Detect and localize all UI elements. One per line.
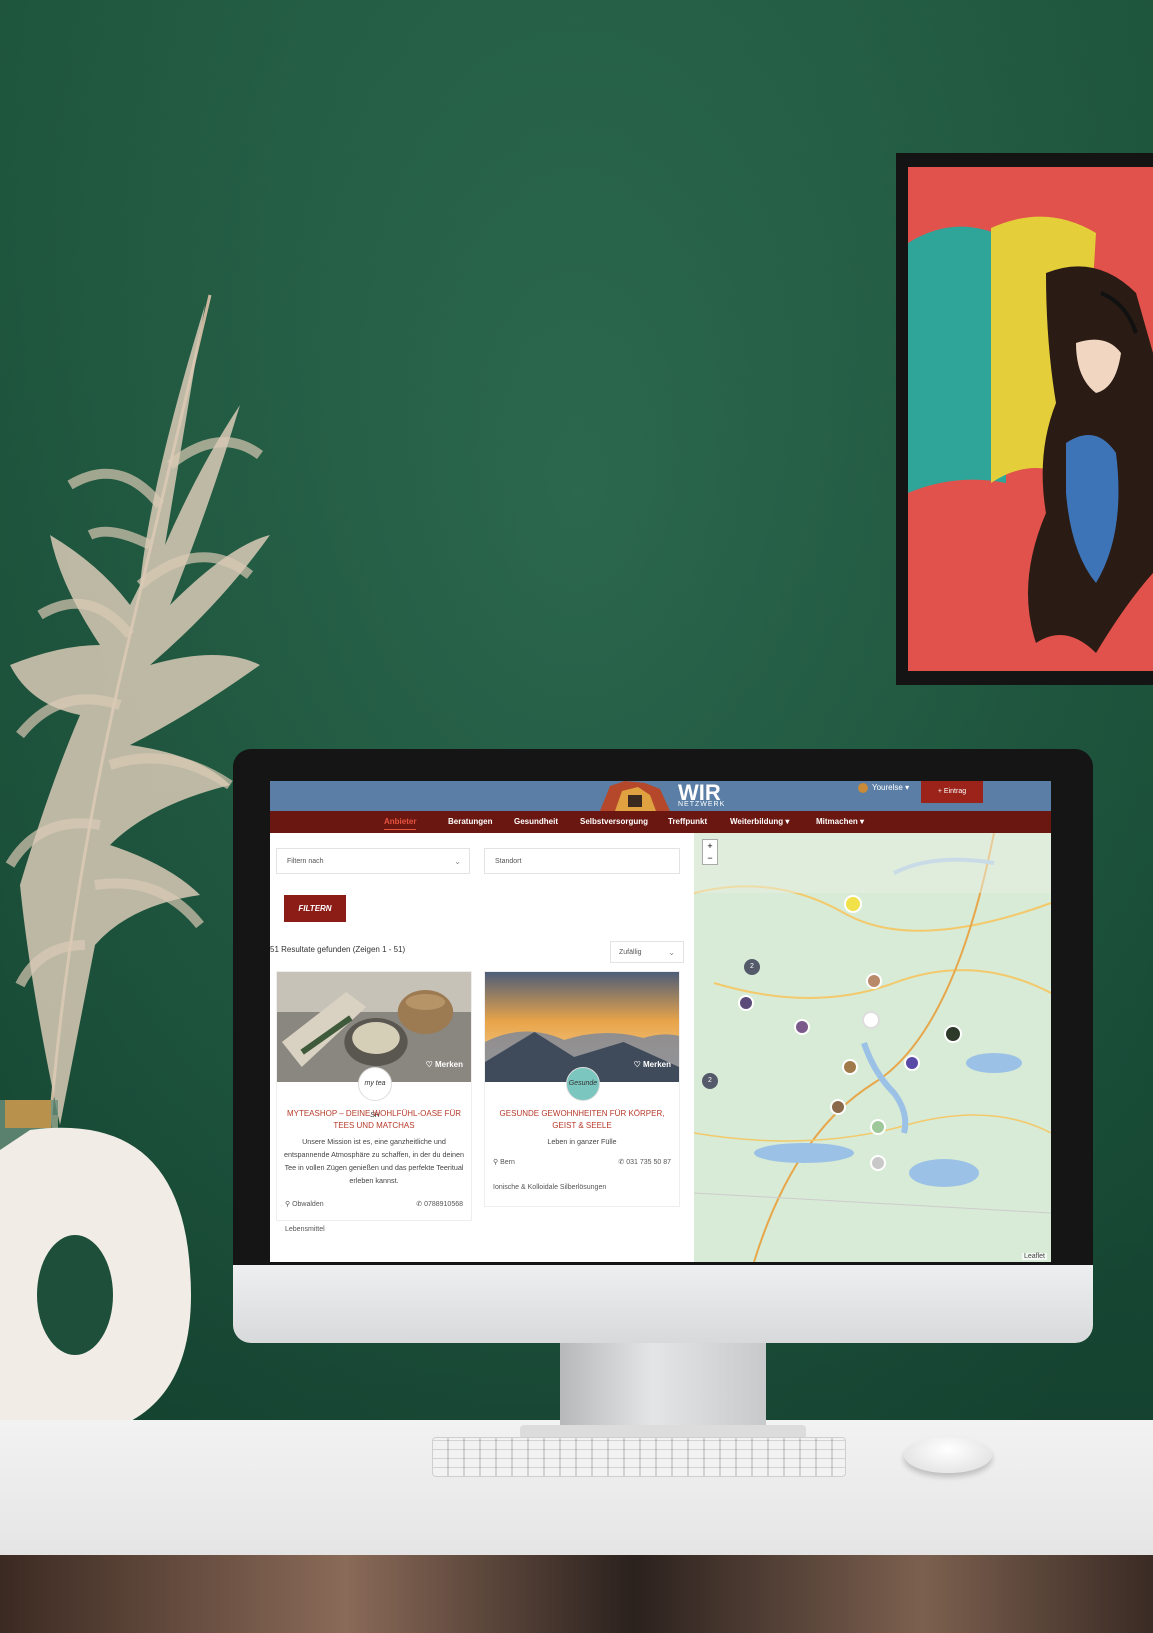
ceramic-vase	[0, 1100, 191, 1430]
map-marker[interactable]	[738, 995, 754, 1011]
map-marker[interactable]	[866, 973, 882, 989]
user-avatar	[858, 783, 868, 793]
card-title[interactable]: MYTEASHOP – DEINE WOHLFÜHL-OASE FÜR TEES…	[277, 1108, 471, 1132]
nav-anbieter[interactable]: Anbieter	[384, 811, 417, 833]
listing-card[interactable]: ♡ Merken Gesunde GESUNDE GEWOHNHEITEN FÜ…	[484, 971, 680, 1207]
user-menu[interactable]: Yourelse ▾	[858, 783, 909, 793]
location-select[interactable]: Standort	[484, 848, 680, 874]
map-cluster-marker[interactable]: 2	[744, 959, 760, 975]
sort-select[interactable]: Zufällig ⌄	[610, 941, 684, 963]
map-marker[interactable]	[870, 1119, 886, 1135]
card-description: Leben in ganzer Fülle	[547, 1137, 617, 1146]
nav-gesundheit[interactable]: Gesundheit	[514, 811, 558, 833]
main-nav: Anbieter Beratungen Gesundheit Selbstver…	[270, 811, 1051, 833]
listing-card[interactable]: ♡ Merken my tea SH MYTEASHOP – DEINE WOH…	[276, 971, 472, 1233]
phone-icon: ✆	[416, 1201, 425, 1208]
card-location: ⚲ Obwalden	[285, 1200, 324, 1208]
nav-selbstversorgung[interactable]: Selbstversorgung	[580, 811, 648, 833]
logo-text: WIR	[678, 781, 721, 805]
zoom-in-button[interactable]: +	[703, 840, 717, 852]
mouse	[904, 1437, 992, 1473]
monitor-screen: WIR NETZWERK Yourelse ▾ + Eintrag Anbiet…	[270, 781, 1051, 1262]
map-marker[interactable]	[794, 1019, 810, 1035]
location-value: Standort	[495, 858, 522, 865]
card-title[interactable]: GESUNDE GEWOHNHEITEN FÜR KÖRPER, GEIST &…	[485, 1108, 679, 1132]
filter-by-select[interactable]: Filtern nach ⌄	[276, 848, 470, 874]
site-header: WIR NETZWERK Yourelse ▾ + Eintrag	[270, 781, 1051, 811]
card-category: Ionische & Kolloidale Silberlösungen	[493, 1184, 607, 1191]
card-description: Unsere Mission ist es, eine ganzheitlich…	[283, 1137, 465, 1185]
nav-mitmachen[interactable]: Mitmachen ▾	[816, 811, 864, 833]
card-location-text: Obwalden	[292, 1201, 324, 1208]
monitor-chin	[233, 1265, 1093, 1343]
card-category: Lebensmittel	[285, 1226, 325, 1233]
card-phone-text: 031 735 50 87	[626, 1159, 671, 1166]
nav-treffpunkt[interactable]: Treffpunkt	[668, 811, 707, 833]
chevron-down-icon: ⌄	[668, 948, 675, 957]
map-zoom-control: + −	[702, 839, 718, 865]
map-cluster-marker[interactable]: 2	[702, 1073, 718, 1089]
results-count: 51 Resultate gefunden (Zeigen 1 - 51)	[270, 945, 406, 954]
map-marker[interactable]	[870, 1155, 886, 1171]
map-marker[interactable]	[842, 1059, 858, 1075]
nav-beratungen[interactable]: Beratungen	[448, 811, 492, 833]
monitor-stand	[560, 1343, 766, 1429]
card-logo: my tea SH	[358, 1067, 392, 1119]
sort-value: Zufällig	[619, 949, 642, 956]
chevron-down-icon: ⌄	[454, 857, 461, 866]
map-marker[interactable]	[862, 1011, 880, 1029]
zoom-out-button[interactable]: −	[703, 852, 717, 864]
photo-scene: WIR NETZWERK Yourelse ▾ + Eintrag Anbiet…	[0, 0, 1153, 1633]
save-button[interactable]: ♡ Merken	[426, 1060, 463, 1069]
map-attribution[interactable]: Leaflet	[1021, 1253, 1047, 1260]
map-marker[interactable]	[844, 895, 862, 913]
desk-edge	[0, 1555, 1153, 1633]
logo-subtitle: NETZWERK	[678, 801, 726, 808]
map-marker[interactable]	[944, 1025, 962, 1043]
map-marker[interactable]	[904, 1055, 920, 1071]
card-phone-text: 0788910568	[424, 1201, 463, 1208]
save-button[interactable]: ♡ Merken	[634, 1060, 671, 1069]
filter-button[interactable]: FILTERN	[284, 895, 346, 922]
nav-weiterbildung[interactable]: Weiterbildung ▾	[730, 811, 789, 833]
results-map[interactable]: + − 2 2 Leaflet	[694, 833, 1051, 1262]
keyboard	[432, 1437, 846, 1477]
card-location-text: Bern	[500, 1159, 515, 1166]
card-phone[interactable]: ✆ 031 735 50 87	[618, 1158, 671, 1166]
card-phone[interactable]: ✆ 0788910568	[416, 1200, 463, 1208]
card-location: ⚲ Bern	[493, 1158, 515, 1166]
add-entry-button[interactable]: + Eintrag	[921, 781, 983, 803]
map-marker[interactable]	[830, 1099, 846, 1115]
map-tiles	[694, 833, 1051, 1262]
card-logo: Gesunde	[566, 1067, 600, 1101]
wall-painting	[896, 153, 1153, 685]
user-name: Yourelse	[872, 783, 903, 793]
filter-by-value: Filtern nach	[287, 858, 324, 865]
